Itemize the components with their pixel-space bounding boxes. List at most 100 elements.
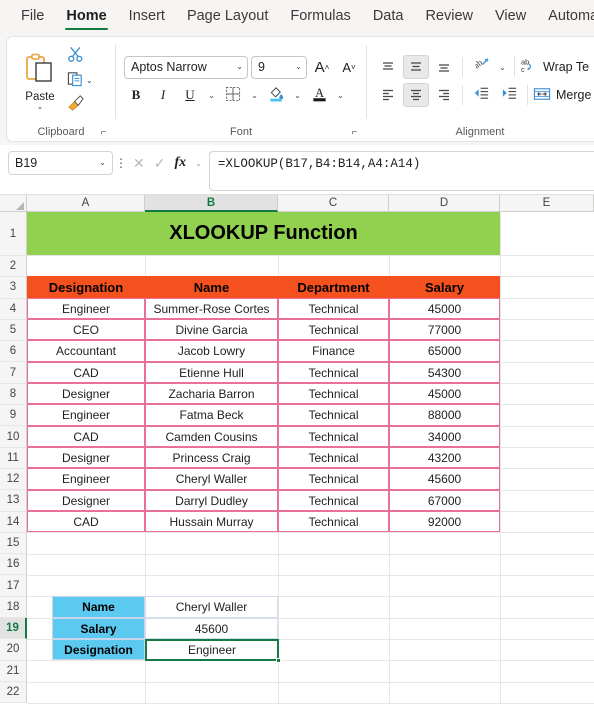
table-row[interactable]: Fatma Beck [145, 404, 278, 426]
table-row[interactable]: Zacharia Barron [145, 383, 278, 404]
font-color-chevron-down-icon[interactable]: ⌄ [334, 84, 347, 107]
align-right-button[interactable] [431, 83, 457, 107]
table-row[interactable]: 45000 [389, 298, 500, 319]
copy-icon[interactable] [67, 70, 84, 92]
decrease-font-size-button[interactable]: A ˅ [337, 56, 361, 79]
row-header-8[interactable]: 8 [0, 383, 27, 406]
row-header-12[interactable]: 12 [0, 468, 27, 491]
table-row[interactable]: 65000 [389, 340, 500, 362]
italic-button[interactable]: I [151, 84, 175, 107]
font-dialog-launcher[interactable]: ⌐ [349, 127, 360, 138]
row-header-15[interactable]: 15 [0, 532, 27, 555]
table-row[interactable]: 45000 [389, 383, 500, 404]
font-name-chevron-down-icon[interactable]: ⌄ [236, 63, 243, 71]
row-header-14[interactable]: 14 [0, 511, 27, 533]
font-size-chevron-down-icon[interactable]: ⌄ [295, 63, 302, 71]
row-header-19[interactable]: 19 [0, 618, 27, 640]
fill-color-chevron-down-icon[interactable]: ⌄ [291, 84, 304, 107]
table-row[interactable]: Darryl Dudley [145, 490, 278, 511]
table-row[interactable]: Engineer [27, 404, 145, 426]
paste-chevron-down-icon[interactable]: ⌄ [37, 102, 44, 110]
table-row[interactable]: Summer-Rose Cortes [145, 298, 278, 319]
row-header-7[interactable]: 7 [0, 362, 27, 384]
lookup-label-salary[interactable]: Salary [52, 618, 145, 639]
row-header-10[interactable]: 10 [0, 426, 27, 448]
align-top-button[interactable] [375, 55, 401, 79]
table-row[interactable]: CAD [27, 426, 145, 447]
fill-handle[interactable] [276, 658, 281, 663]
table-row[interactable]: Technical [278, 447, 389, 468]
table-row[interactable]: Technical [278, 404, 389, 426]
table-row[interactable]: Engineer [27, 468, 145, 490]
table-row[interactable]: Cheryl Waller [145, 468, 278, 490]
tab-automate[interactable]: Automate [537, 4, 594, 30]
table-row[interactable]: Technical [278, 362, 389, 383]
bold-button[interactable]: B [124, 84, 148, 107]
align-middle-button[interactable] [403, 55, 429, 79]
orientation-button[interactable]: ab [468, 55, 494, 79]
paste-button[interactable]: Paste ⌄ [15, 53, 65, 110]
table-row[interactable]: Finance [278, 340, 389, 362]
tab-home[interactable]: Home [55, 4, 117, 30]
table-row[interactable]: Princess Craig [145, 447, 278, 468]
font-size-combo[interactable]: 9 ⌄ [251, 55, 307, 79]
underline-button[interactable]: U [178, 84, 202, 107]
lookup-label-name[interactable]: Name [52, 596, 145, 618]
underline-chevron-down-icon[interactable]: ⌄ [205, 84, 218, 107]
row-header-2[interactable]: 2 [0, 256, 27, 278]
table-row[interactable]: Camden Cousins [145, 426, 278, 447]
decrease-indent-button[interactable] [468, 83, 494, 107]
table-row[interactable]: CAD [27, 362, 145, 383]
tab-view[interactable]: View [484, 4, 537, 30]
increase-indent-button[interactable] [496, 83, 522, 107]
table-row[interactable]: 54300 [389, 362, 500, 383]
lookup-value-salary[interactable]: 45600 [145, 618, 278, 639]
scissors-icon[interactable] [67, 46, 84, 68]
table-row[interactable]: 77000 [389, 319, 500, 340]
table-row[interactable]: Technical [278, 383, 389, 404]
table-row[interactable]: Technical [278, 490, 389, 511]
table-row[interactable]: Technical [278, 468, 389, 490]
row-header-21[interactable]: 21 [0, 660, 27, 682]
table-row[interactable]: Designer [27, 447, 145, 468]
row-header-16[interactable]: 16 [0, 554, 27, 576]
font-color-button[interactable]: A [307, 84, 331, 107]
fx-chevron-down-icon[interactable]: ⌄ [195, 159, 202, 168]
name-box[interactable]: B19 ⌄ [8, 151, 113, 175]
check-icon[interactable]: ✓ [154, 155, 166, 172]
table-header-name[interactable]: Name [145, 276, 278, 298]
row-header-18[interactable]: 18 [0, 596, 27, 619]
table-row[interactable]: Hussain Murray [145, 511, 278, 532]
merge-center-button[interactable]: Merge & [533, 83, 594, 107]
table-row[interactable]: Engineer [27, 298, 145, 319]
align-left-button[interactable] [375, 83, 401, 107]
table-row[interactable]: 34000 [389, 426, 500, 447]
fill-color-button[interactable] [264, 84, 288, 107]
row-header-1[interactable]: 1 [0, 212, 27, 256]
table-row[interactable]: Designer [27, 383, 145, 404]
paintbrush-icon[interactable] [67, 94, 84, 116]
row-header-17[interactable]: 17 [0, 575, 27, 597]
fx-icon[interactable]: fx [174, 155, 186, 171]
align-center-button[interactable] [403, 83, 429, 107]
wrap-text-button[interactable]: ab c Wrap Te [520, 55, 589, 79]
row-header-13[interactable]: 13 [0, 490, 27, 512]
table-row[interactable]: Accountant [27, 340, 145, 362]
row-header-22[interactable]: 22 [0, 681, 27, 704]
lookup-label-designation[interactable]: Designation [52, 639, 145, 660]
table-row[interactable]: 45600 [389, 468, 500, 490]
table-row[interactable]: Jacob Lowry [145, 340, 278, 362]
tab-data[interactable]: Data [362, 4, 415, 30]
table-row[interactable]: 67000 [389, 490, 500, 511]
borders-button[interactable] [221, 84, 245, 107]
tab-page-layout[interactable]: Page Layout [176, 4, 279, 30]
table-row[interactable]: CEO [27, 319, 145, 340]
row-header-3[interactable]: 3 [0, 277, 27, 299]
table-row[interactable]: CAD [27, 511, 145, 532]
table-row[interactable]: Technical [278, 319, 389, 340]
column-header-d[interactable]: D [389, 195, 500, 212]
table-row[interactable]: 92000 [389, 511, 500, 532]
row-header-5[interactable]: 5 [0, 319, 27, 342]
selected-cell-b19[interactable]: Engineer [145, 639, 279, 661]
tab-formulas[interactable]: Formulas [279, 4, 361, 30]
